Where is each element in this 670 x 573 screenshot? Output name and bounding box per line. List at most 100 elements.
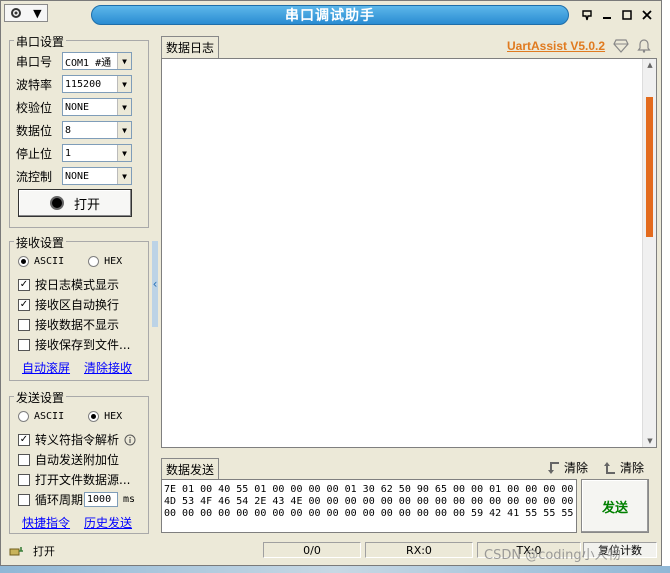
bell-icon[interactable] <box>637 38 651 53</box>
serial-settings-group: 串口设置 串口号 COM1 #通 ▼ 波特率 115200 ▼ 校验位 NONE… <box>9 33 149 228</box>
chevron-down-icon: ▼ <box>117 53 131 69</box>
log-mode-checkbox[interactable]: ✓ <box>18 278 30 291</box>
maximize-icon <box>622 10 632 20</box>
minimize-icon <box>603 17 611 19</box>
receive-hex-label: HEX <box>104 256 123 267</box>
window-title: 串口调试助手 <box>91 5 569 25</box>
send-ascii-label: ASCII <box>34 411 65 422</box>
hide-data-checkbox[interactable] <box>18 318 30 331</box>
receive-hex-radio[interactable] <box>88 256 100 267</box>
baud-select[interactable]: 115200 ▼ <box>62 75 132 93</box>
plug-icon <box>9 547 23 556</box>
scroll-down-icon[interactable]: ▼ <box>643 435 657 447</box>
arrow-up-left-icon <box>604 461 615 474</box>
parity-select[interactable]: NONE ▼ <box>62 98 132 116</box>
receive-settings-group: 接收设置 ASCII HEX ✓ 按日志模式显示 ✓ 接收区自动换行 接收数据不… <box>9 234 149 381</box>
save-file-checkbox[interactable] <box>18 338 30 351</box>
arrow-down-left-icon <box>548 461 559 474</box>
pin-icon <box>582 10 592 21</box>
hide-data-label: 接收数据不显示 <box>35 318 120 332</box>
status-rx: RX:0 <box>365 542 473 558</box>
flow-select[interactable]: NONE ▼ <box>62 167 132 185</box>
chevron-down-icon: ▼ <box>117 99 131 115</box>
open-port-label: 打开 <box>73 197 100 213</box>
system-menu-button[interactable]: ▼ <box>4 4 48 22</box>
receive-log-area[interactable]: ▲ ▼ <box>161 58 657 448</box>
receive-ascii-label: ASCII <box>34 256 65 267</box>
auto-scroll-link[interactable]: 自动滚屏 <box>22 359 70 376</box>
send-input-area[interactable]: 7E 01 00 40 55 01 00 00 00 00 01 30 62 5… <box>161 479 577 533</box>
log-mode-label: 按日志模式显示 <box>35 278 120 292</box>
escape-checkbox[interactable]: ✓ <box>18 433 30 446</box>
stopbits-row: 停止位 1 ▼ <box>16 143 132 163</box>
stopbits-value: 1 <box>65 147 72 159</box>
escape-row: ✓ 转义符指令解析 <box>18 431 136 448</box>
chevron-down-icon: ▼ <box>117 76 131 92</box>
diamond-icon[interactable] <box>613 39 629 53</box>
close-button[interactable] <box>639 7 655 23</box>
send-hex-label: HEX <box>104 411 123 422</box>
log-scrollbar[interactable]: ▲ ▼ <box>642 59 656 447</box>
clear-send-button-1[interactable]: 清除 <box>547 459 588 476</box>
send-button[interactable]: 发送 <box>581 479 649 533</box>
auto-wrap-label: 接收区自动换行 <box>35 298 120 312</box>
receive-mode-row: ASCII HEX <box>18 256 122 267</box>
send-hex-radio[interactable] <box>88 411 100 422</box>
save-file-row: 接收保存到文件... <box>18 336 130 353</box>
cycle-checkbox[interactable] <box>18 493 30 506</box>
baud-value: 115200 <box>65 78 102 90</box>
stopbits-select[interactable]: 1 ▼ <box>62 144 132 162</box>
cycle-unit: ms <box>123 494 136 505</box>
port-value: COM1 #通 <box>65 57 112 69</box>
send-ascii-radio[interactable] <box>18 411 29 422</box>
minimize-button[interactable] <box>599 7 615 23</box>
send-settings-title: 发送设置 <box>14 389 67 406</box>
parity-value: NONE <box>65 101 90 113</box>
clear-send-label-2: 清除 <box>620 461 645 475</box>
watermark: CSDN @coding小人物 <box>484 548 621 563</box>
parity-label: 校验位 <box>16 100 53 115</box>
chevron-down-icon: ▼ <box>117 168 131 184</box>
receive-ascii-radio[interactable] <box>18 256 29 267</box>
tab-data-send[interactable]: 数据发送 <box>161 458 220 480</box>
databits-select[interactable]: 8 ▼ <box>62 121 132 139</box>
cycle-input[interactable]: 1000 <box>84 492 119 507</box>
maximize-button[interactable] <box>619 7 635 23</box>
shortcut-commands-link[interactable]: 快捷指令 <box>22 514 70 531</box>
power-icon <box>49 196 64 210</box>
brand-link[interactable]: UartAssist V5.0.2 <box>507 39 605 53</box>
auto-wrap-row: ✓ 接收区自动换行 <box>18 296 119 313</box>
clear-send-button-2[interactable]: 清除 <box>603 459 644 476</box>
receive-settings-title: 接收设置 <box>14 234 67 251</box>
desktop-background <box>0 566 670 573</box>
main-window: ▼ 串口调试助手 串口设置 串口号 COM1 #通 ▼ 波特率 115200 ▼… <box>0 0 662 566</box>
append-label: 自动发送附加位 <box>35 453 120 467</box>
pin-button[interactable] <box>579 7 595 23</box>
clear-receive-link[interactable]: 清除接收 <box>84 359 132 376</box>
scroll-thumb[interactable] <box>646 97 653 237</box>
flow-value: NONE <box>65 170 90 182</box>
chevron-down-icon: ▼ <box>117 122 131 138</box>
send-settings-group: 发送设置 ASCII HEX ✓ 转义符指令解析 自动发送附加位 打开文件数据源… <box>9 389 149 534</box>
close-icon <box>642 10 652 20</box>
clear-send-label-1: 清除 <box>564 461 589 475</box>
serial-settings-title: 串口设置 <box>14 33 67 50</box>
info-icon[interactable] <box>124 434 136 446</box>
tab-data-log[interactable]: 数据日志 <box>161 36 220 58</box>
append-row: 自动发送附加位 <box>18 451 119 468</box>
flow-label: 流控制 <box>16 169 53 184</box>
send-history-link[interactable]: 历史发送 <box>84 514 132 531</box>
open-port-button[interactable]: 打开 <box>18 189 132 217</box>
scroll-up-icon[interactable]: ▲ <box>643 59 657 71</box>
file-source-label: 打开文件数据源... <box>35 473 131 487</box>
flow-row: 流控制 NONE ▼ <box>16 166 132 186</box>
window-controls <box>579 7 655 23</box>
panel-collapse-handle[interactable]: ‹ <box>152 241 158 327</box>
baud-row: 波特率 115200 ▼ <box>16 74 132 94</box>
auto-wrap-checkbox[interactable]: ✓ <box>18 298 30 311</box>
port-select[interactable]: COM1 #通 ▼ <box>62 52 132 70</box>
cycle-row: 循环周期 1000 ms <box>18 491 135 508</box>
databits-label: 数据位 <box>16 123 53 138</box>
append-checkbox[interactable] <box>18 453 30 466</box>
file-source-checkbox[interactable] <box>18 473 30 486</box>
